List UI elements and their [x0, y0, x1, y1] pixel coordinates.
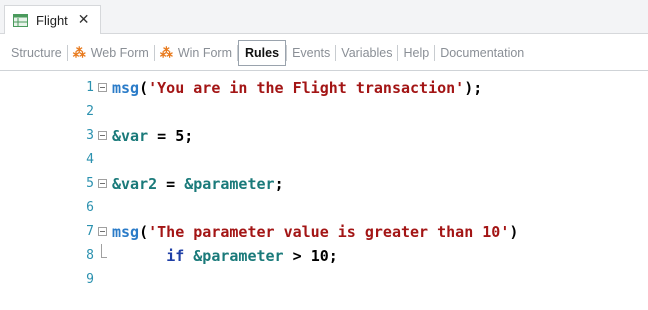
tab-label: Win Form: [177, 45, 233, 60]
line-number: 7: [86, 224, 94, 239]
form-icon: ⁂: [72, 44, 86, 60]
line-number: 5: [86, 176, 94, 191]
code-line: 3 &var = 5;: [0, 124, 648, 148]
line-number: 4: [86, 152, 94, 167]
document-tab-bar: Flight ✕: [0, 0, 648, 34]
collapse-icon[interactable]: [98, 131, 107, 140]
code-text: &var2 = &parameter;: [112, 175, 284, 193]
tab-help[interactable]: Help: [398, 41, 434, 65]
rules-code-editor[interactable]: 1 msg('You are in the Flight transaction…: [0, 72, 648, 310]
tab-label: Web Form: [90, 45, 149, 60]
code-line: 2: [0, 100, 648, 124]
code-text: &var = 5;: [112, 127, 194, 145]
document-tab-title: Flight: [36, 12, 68, 28]
tab-label: Variables: [341, 45, 393, 60]
code-line: 1 msg('You are in the Flight transaction…: [0, 76, 648, 100]
code-line: 5 &var2 = &parameter;: [0, 172, 648, 196]
fold-end-marker: [101, 244, 107, 258]
line-number: 1: [86, 80, 94, 95]
code-line: 8 if &parameter > 10;: [0, 244, 648, 268]
code-line: 6: [0, 196, 648, 220]
code-text: msg('The parameter value is greater than…: [112, 223, 519, 241]
close-icon[interactable]: ✕: [78, 13, 90, 27]
tab-label: Documentation: [440, 45, 525, 60]
collapse-icon[interactable]: [98, 83, 107, 92]
tab-label: Rules: [245, 45, 280, 60]
line-number: 9: [86, 272, 94, 287]
tab-structure[interactable]: Structure: [6, 41, 67, 65]
collapse-icon[interactable]: [98, 179, 107, 188]
tab-variables[interactable]: Variables: [336, 41, 397, 65]
code-line: 9: [0, 268, 648, 292]
code-text: msg('You are in the Flight transaction')…: [112, 79, 483, 97]
tab-documentation[interactable]: Documentation: [435, 41, 529, 65]
code-line: 4: [0, 148, 648, 172]
transaction-grid-icon: [13, 13, 28, 27]
tab-label: Help: [403, 45, 430, 60]
form-icon: ⁂: [159, 44, 173, 60]
tab-rules[interactable]: Rules: [238, 39, 287, 66]
line-number: 3: [86, 128, 94, 143]
document-tab-flight[interactable]: Flight ✕: [4, 5, 101, 34]
tab-events[interactable]: Events: [287, 41, 335, 65]
line-number: 2: [86, 104, 94, 119]
object-part-tabs: Structure ⁂ Web Form ⁂ Win Form Rules Even…: [0, 35, 648, 71]
code-text: if &parameter > 10;: [166, 247, 338, 265]
collapse-icon[interactable]: [98, 227, 107, 236]
code-line: 7 msg('The parameter value is greater th…: [0, 220, 648, 244]
tab-win-form[interactable]: ⁂ Win Form: [155, 41, 237, 65]
tab-label: Events: [292, 45, 331, 60]
line-number: 8: [86, 248, 94, 263]
tab-label: Structure: [11, 45, 62, 60]
tab-web-form[interactable]: ⁂ Web Form: [68, 41, 154, 65]
line-number: 6: [86, 200, 94, 215]
